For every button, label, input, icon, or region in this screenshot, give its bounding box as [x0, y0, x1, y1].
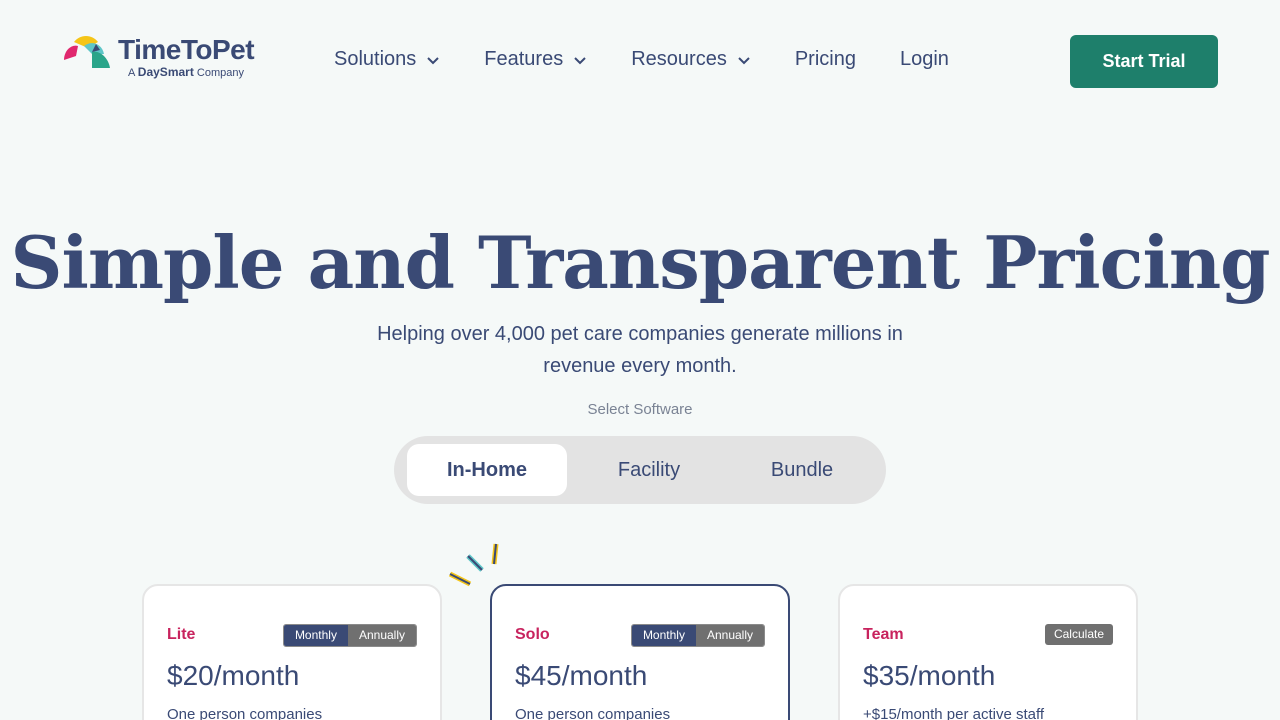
- nav-solutions-label: Solutions: [334, 48, 417, 70]
- nav-features-label: Features: [484, 48, 564, 70]
- plan-description: One person companies: [167, 706, 323, 720]
- select-software-label: Select Software: [587, 401, 693, 418]
- segment-bundle[interactable]: Bundle: [724, 444, 880, 496]
- nav-login[interactable]: Login: [900, 48, 949, 71]
- chevron-down-icon: [738, 56, 750, 64]
- logo[interactable]: TimeToPet A DaySmart Company: [62, 34, 262, 82]
- logo-subline: A DaySmart Company: [128, 65, 244, 79]
- logo-mark-icon: [64, 36, 110, 68]
- nav-resources[interactable]: Resources: [631, 48, 751, 71]
- nav-resources-label: Resources: [631, 48, 727, 70]
- billing-toggle: Monthly Annually: [282, 624, 417, 647]
- plan-description: One person companies: [515, 706, 671, 720]
- plan-name: Team: [863, 626, 904, 643]
- calculate-button[interactable]: Calculate: [1044, 624, 1113, 645]
- plan-name: Lite: [167, 626, 196, 643]
- main-nav: Solutions Features Resources Pricing Log…: [334, 48, 949, 71]
- start-trial-button[interactable]: Start Trial: [1070, 35, 1218, 88]
- hero-subtitle: Helping over 4,000 pet care companies ge…: [377, 323, 903, 377]
- nav-solutions[interactable]: Solutions: [334, 48, 440, 71]
- billing-toggle: Monthly Annually: [630, 624, 765, 647]
- page-title: Simple and Transparent Pricing: [10, 220, 1270, 305]
- plan-card-team: Team Calculate $35/month +$15/month per …: [838, 584, 1138, 720]
- plan-card-lite: Lite Monthly Annually $20/month One pers…: [142, 584, 442, 720]
- plan-price: $35/month: [863, 660, 996, 691]
- plan-card-solo: Solo Monthly Annually $45/month One pers…: [490, 584, 790, 720]
- nav-login-label: Login: [899, 48, 949, 70]
- toggle-monthly[interactable]: Monthly: [631, 625, 696, 646]
- plan-description: +$15/month per active staff: [863, 706, 1045, 720]
- logo-wordmark: TimeToPet: [118, 34, 255, 65]
- toggle-annually[interactable]: Annually: [347, 625, 416, 646]
- toggle-monthly[interactable]: Monthly: [283, 625, 348, 646]
- plan-price: $20/month: [167, 660, 300, 691]
- chevron-down-icon: [574, 56, 586, 64]
- chevron-down-icon: [427, 56, 439, 64]
- toggle-annually[interactable]: Annually: [695, 625, 764, 646]
- nav-features[interactable]: Features: [484, 48, 587, 71]
- segment-facility[interactable]: Facility: [570, 444, 728, 496]
- software-selector: In-Home Facility Bundle: [394, 436, 886, 504]
- nav-pricing-label: Pricing: [794, 48, 856, 70]
- plan-price: $45/month: [515, 660, 648, 691]
- nav-pricing[interactable]: Pricing: [795, 48, 856, 71]
- segment-in-home[interactable]: In-Home: [407, 444, 567, 496]
- plan-name: Solo: [515, 626, 550, 643]
- sparkle-decoration-icon: [448, 543, 499, 587]
